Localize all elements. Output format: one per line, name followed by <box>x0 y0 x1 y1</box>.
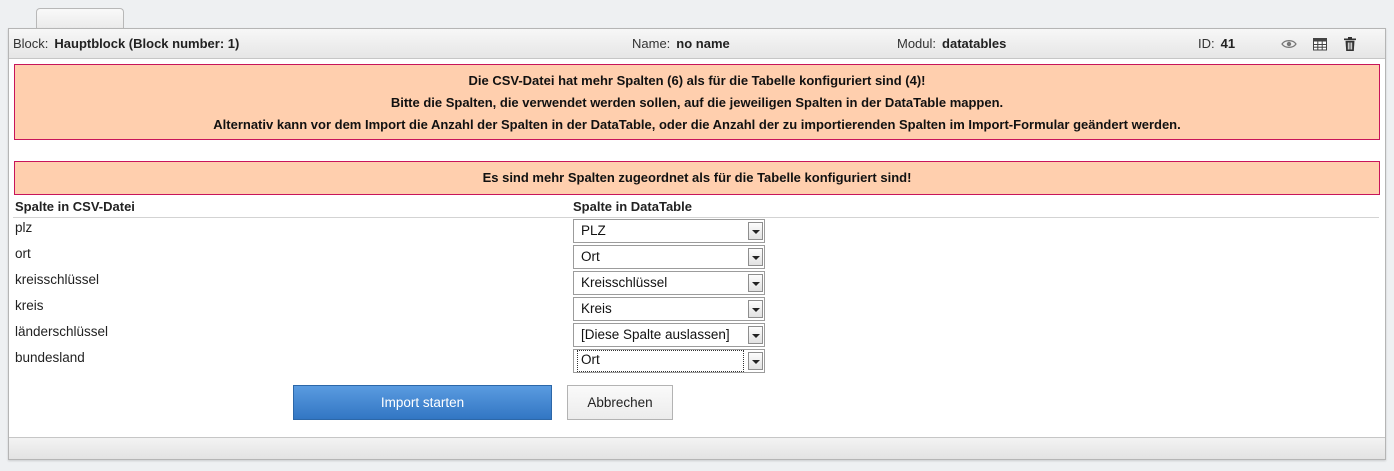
mapping-row: ort Ort <box>9 245 809 271</box>
name-value: no name <box>676 36 730 51</box>
datatable-column-header: Spalte in DataTable <box>573 199 692 214</box>
mapping-row: länderschlüssel [Diese Spalte auslassen] <box>9 323 809 349</box>
block-info: Block: Hauptblock (Block number: 1) <box>13 36 239 51</box>
chevron-down-icon[interactable] <box>748 326 763 344</box>
alert-line: Bitte die Spalten, die verwendet werden … <box>390 95 1004 110</box>
datatable-column-select[interactable]: Kreis <box>573 297 765 321</box>
csv-column-name: länderschlüssel <box>15 324 109 339</box>
select-value: Ort <box>577 350 744 372</box>
table-icon[interactable] <box>1312 36 1328 52</box>
mapping-row: bundesland Ort <box>9 349 809 375</box>
datatable-column-select[interactable]: [Diese Spalte auslassen] <box>573 323 765 347</box>
modul-value: datatables <box>942 36 1007 51</box>
mapping-row: kreis Kreis <box>9 297 809 323</box>
columns-mismatch-alert: Die CSV-Datei hat mehr Spalten (6) als f… <box>14 64 1380 140</box>
alert-line: Es sind mehr Spalten zugeordnet als für … <box>482 170 912 185</box>
mapping-row: kreisschlüssel Kreisschlüssel <box>9 271 809 297</box>
chevron-down-icon[interactable] <box>748 222 763 240</box>
select-value: [Diese Spalte auslassen] <box>581 327 730 342</box>
modul-label: Modul: <box>897 36 937 51</box>
cancel-button[interactable]: Abbrechen <box>567 385 673 420</box>
panel-footer <box>9 437 1385 459</box>
alert-line: Alternativ kann vor dem Import die Anzah… <box>213 117 1181 132</box>
select-value: PLZ <box>581 223 606 238</box>
chevron-down-icon[interactable] <box>748 352 763 370</box>
csv-column-name: plz <box>15 220 33 235</box>
import-start-button[interactable]: Import starten <box>293 385 552 420</box>
csv-column-name: bundesland <box>15 350 85 365</box>
panel-header: Block: Hauptblock (Block number: 1) Name:… <box>9 29 1385 59</box>
name-label: Name: <box>632 36 671 51</box>
modul-info: Modul: datatables <box>897 36 1006 51</box>
id-info: ID: 41 <box>1198 36 1235 51</box>
csv-column-name: ort <box>15 246 31 261</box>
chevron-down-icon[interactable] <box>748 300 763 318</box>
eye-icon[interactable] <box>1281 36 1297 52</box>
select-value: Ort <box>581 249 600 264</box>
chevron-down-icon[interactable] <box>748 248 763 266</box>
datatable-column-select[interactable]: Kreisschlüssel <box>573 271 765 295</box>
module-panel: Block: Hauptblock (Block number: 1) Name:… <box>8 28 1386 460</box>
datatable-column-select[interactable]: PLZ <box>573 219 765 243</box>
block-label: Block: <box>13 36 49 51</box>
csv-column-name: kreis <box>15 298 44 313</box>
header-divider <box>13 217 1379 218</box>
trash-icon[interactable] <box>1342 36 1358 52</box>
datatable-column-select[interactable]: Ort <box>573 349 765 373</box>
alert-line: Die CSV-Datei hat mehr Spalten (6) als f… <box>468 73 926 88</box>
select-value: Kreisschlüssel <box>581 275 668 290</box>
chevron-down-icon[interactable] <box>748 274 763 292</box>
id-label: ID: <box>1198 36 1215 51</box>
csv-column-header: Spalte in CSV-Datei <box>15 199 135 214</box>
top-tab[interactable] <box>36 8 124 30</box>
datatable-column-select[interactable]: Ort <box>573 245 765 269</box>
mapping-row: plz PLZ <box>9 219 809 245</box>
select-value: Kreis <box>581 301 612 316</box>
id-value: 41 <box>1220 36 1236 51</box>
too-many-assigned-alert: Es sind mehr Spalten zugeordnet als für … <box>14 161 1380 195</box>
block-value: Hauptblock (Block number: 1) <box>54 36 240 51</box>
csv-column-name: kreisschlüssel <box>15 272 100 287</box>
name-info: Name: no name <box>632 36 730 51</box>
